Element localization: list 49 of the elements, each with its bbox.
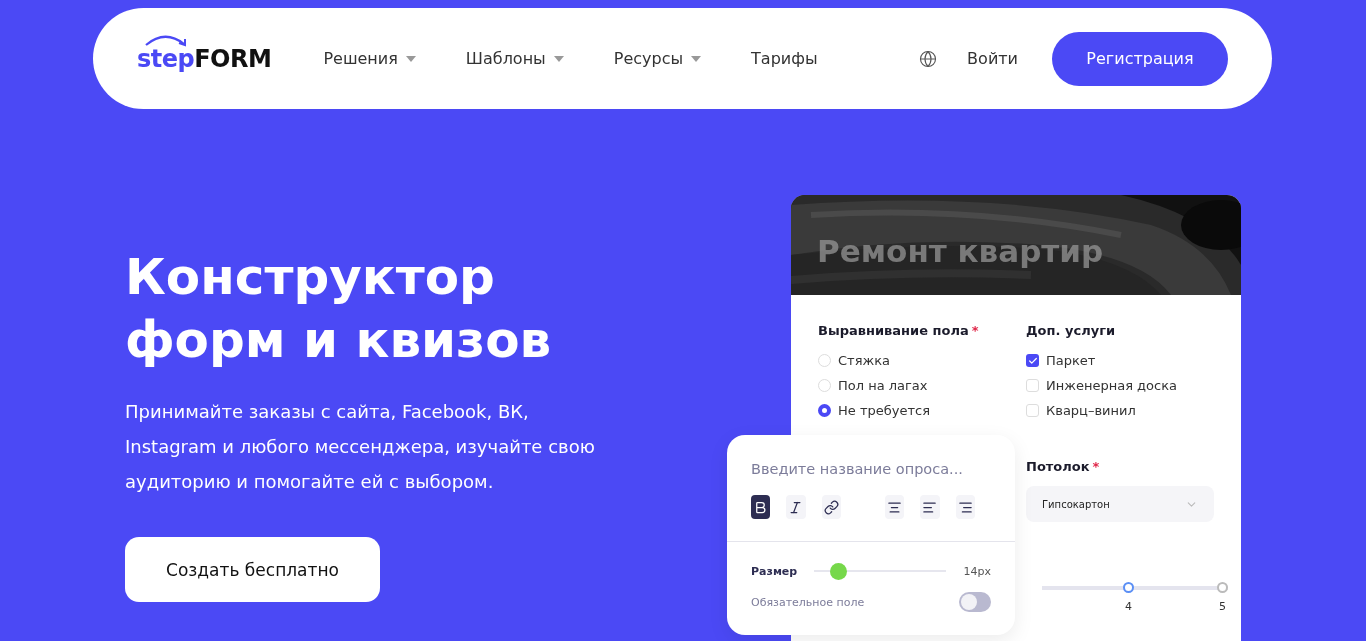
hero-text: Принимайте заказы с сайта, Facebook, ВК, Instagram и любого мессенджера, изучайте свою аудиторию и помогайте ей с выбором. [125,400,596,494]
option-label: Инженерная доска [1046,378,1177,393]
caret-icon [691,55,702,62]
size-label: Размер [751,564,798,578]
required-label: Обязательное поле [751,595,865,609]
link-button[interactable] [821,495,841,519]
option-label: Не требуется [838,403,930,418]
link-icon [823,499,839,515]
slider-thumb[interactable] [830,562,848,580]
question-label: Выравнивание пола * [818,323,980,338]
logo-text[interactable]: FORM [194,44,272,73]
required-toggle[interactable] [959,592,991,612]
align-right-icon [957,499,973,515]
scale-number: 5 [1219,600,1226,613]
globe-icon[interactable] [919,49,938,68]
radio-button[interactable] [818,404,831,417]
logo-text[interactable]: step [137,44,195,73]
hero-title: Конструктор форм и квизов [125,247,553,371]
size-value: 14px [963,564,991,578]
caret-icon [405,55,416,62]
checkbox[interactable] [1026,404,1039,417]
align-center-icon [887,499,903,515]
checkbox[interactable] [1026,379,1039,392]
nav-link[interactable]: Ресурсы [613,49,702,68]
align-button[interactable] [885,495,905,519]
scale-point[interactable] [1123,582,1134,593]
login-link[interactable]: Войти [967,49,1018,68]
create-button[interactable]: Создать бесплатно [125,537,380,602]
align-left-icon [922,499,938,515]
bold-button[interactable] [751,495,771,519]
option-label: Пол на лагах [838,378,928,393]
form-title: Ремонт квартир [817,233,1104,269]
caret-icon [553,55,564,62]
italic-icon [788,499,804,515]
nav-link[interactable]: Тарифы [751,49,818,68]
question-label: Доп. услуги [1026,323,1117,338]
ceiling-select[interactable]: Гипсокартон [1026,486,1214,522]
option-label: Паркет [1046,353,1096,368]
nav-link[interactable]: Решения [323,49,416,68]
align-button[interactable] [920,495,940,519]
question-label: Потолок * [1026,459,1101,474]
signup-button[interactable]: Регистрация [1052,31,1228,86]
option-label: Кварц–винил [1046,403,1136,418]
scale-number: 4 [1125,600,1132,613]
option-label: Стяжка [838,353,890,368]
align-button[interactable] [955,495,975,519]
checkbox[interactable] [1026,354,1039,367]
nav-link[interactable]: Шаблоны [465,49,564,68]
italic-button[interactable] [786,495,806,519]
